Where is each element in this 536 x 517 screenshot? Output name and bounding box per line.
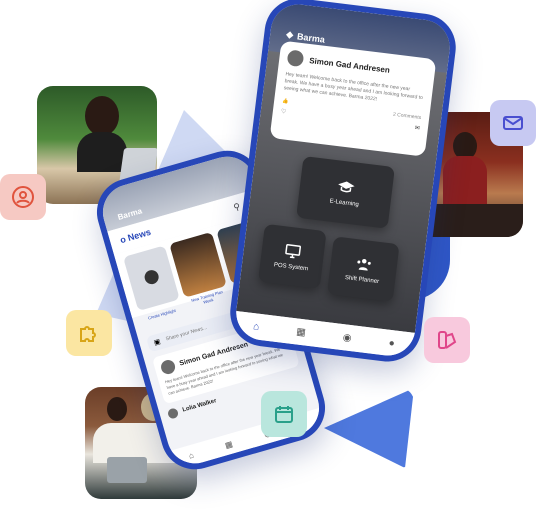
design-tile xyxy=(424,317,470,363)
shift-planner-tile[interactable]: Shift Planner xyxy=(326,236,400,302)
create-highlight-card[interactable]: Create Highlight xyxy=(123,245,181,321)
share-placeholder: Share your News... xyxy=(165,324,208,343)
like-count: 👍 xyxy=(281,98,289,105)
comment-count[interactable]: 2 Comments xyxy=(393,112,422,121)
mail-icon xyxy=(503,116,523,130)
background-triangle xyxy=(324,388,414,468)
elearning-tile[interactable]: E-Learning xyxy=(296,156,395,229)
avatar xyxy=(286,49,305,68)
home-icon[interactable]: ⌂ xyxy=(253,321,260,333)
calendar-nav-icon[interactable]: ▦ xyxy=(224,439,234,450)
image-icon: ▣ xyxy=(153,338,162,347)
tile-label: E-Learning xyxy=(329,198,360,209)
person-body xyxy=(77,132,127,172)
puzzle-tile xyxy=(66,310,112,356)
barma-logo-icon: ◆ xyxy=(285,29,294,40)
like-icon[interactable]: ♡ xyxy=(280,108,286,116)
profile-icon[interactable]: ● xyxy=(388,337,395,349)
search-icon[interactable]: ⚲ xyxy=(232,201,241,213)
puzzle-icon xyxy=(80,326,96,342)
person-body xyxy=(443,156,487,206)
user-tile xyxy=(0,174,46,220)
tile-label: POS System xyxy=(273,262,309,273)
add-icon xyxy=(142,268,161,286)
phone-screen: ◆ Barma Simon Gad Andresen Hey team! Wel… xyxy=(233,1,453,359)
monitor-icon xyxy=(285,243,302,259)
user-circle-icon xyxy=(12,186,34,208)
post-author: Simon Gad Andresen xyxy=(308,55,391,75)
palette-icon xyxy=(438,331,457,349)
comment-icon[interactable]: ✉ xyxy=(414,124,420,132)
card-label: Create Highlight xyxy=(147,307,177,321)
calendar-icon xyxy=(275,406,293,423)
avatar xyxy=(166,407,180,420)
card-label: New Training Plan Week xyxy=(190,289,224,305)
calendar-nav-icon[interactable]: ▦ xyxy=(296,326,307,338)
person-head xyxy=(107,397,127,421)
calendar-tile xyxy=(261,391,307,437)
brand-name: Barma xyxy=(116,206,144,222)
team-icon xyxy=(357,258,371,271)
highlight-card[interactable]: New Training Plan Week xyxy=(169,231,227,305)
mail-tile xyxy=(490,100,536,146)
page-title: o News xyxy=(118,226,152,246)
news-post[interactable]: Simon Gad Andresen Hey team! Welcome bac… xyxy=(269,40,437,157)
tile-label: Shift Planner xyxy=(344,274,380,286)
post-author: Lolia Walker xyxy=(181,398,218,414)
graduation-cap-icon xyxy=(338,181,355,193)
pos-system-tile[interactable]: POS System xyxy=(258,223,327,289)
home-icon[interactable]: ⌂ xyxy=(188,450,195,460)
phone-dashboard: ◆ Barma Simon Gad Andresen Hey team! Wel… xyxy=(226,0,460,366)
avatar xyxy=(159,358,177,376)
chat-icon[interactable]: ◉ xyxy=(342,332,352,344)
person-head xyxy=(85,96,119,136)
laptop xyxy=(107,457,147,483)
